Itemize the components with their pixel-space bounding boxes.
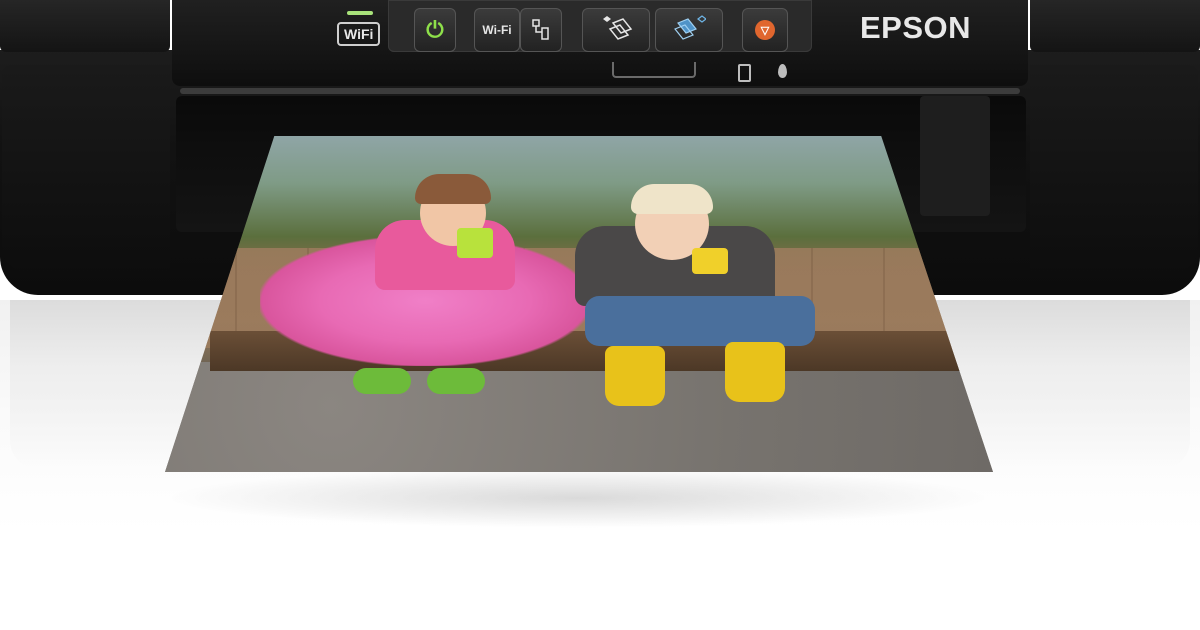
boy-hair — [631, 184, 713, 214]
copy-indicator-bracket — [612, 62, 696, 78]
network-icon — [532, 19, 549, 40]
wifi-logo: WiFi — [337, 22, 381, 46]
green-shoe-left — [353, 368, 411, 394]
boy-jeans — [585, 296, 815, 346]
output-slot-edge — [180, 88, 1020, 94]
photo-shadow — [162, 468, 994, 528]
copy-bw-icon — [603, 16, 633, 40]
ink-icon — [778, 64, 787, 78]
printer-top-right — [1030, 0, 1200, 52]
bubble-cup-green — [457, 228, 493, 258]
copy-color-button[interactable] — [655, 8, 723, 52]
brand-logo: EPSON — [860, 10, 972, 45]
bubble-cup-yellow — [692, 248, 728, 274]
printer-side-right — [1030, 65, 1198, 275]
copy-color-icon — [674, 15, 706, 40]
product-scene: WiFi ⏻ Wi-Fi ▽ EPSON — [0, 0, 1200, 630]
yellow-boot-right — [725, 342, 785, 402]
stop-button[interactable]: ▽ — [742, 8, 788, 52]
output-tray-guide — [920, 96, 990, 216]
printer-top-left — [0, 0, 170, 52]
wifi-led-indicator — [347, 11, 373, 15]
green-shoe-right — [427, 368, 485, 394]
power-icon: ⏻ — [426, 17, 444, 42]
wps-button[interactable] — [520, 8, 562, 52]
printed-photo — [165, 136, 993, 472]
stop-icon: ▽ — [755, 20, 775, 40]
power-button[interactable]: ⏻ — [414, 8, 456, 52]
girl-hair — [415, 174, 491, 204]
printer-side-left — [2, 65, 170, 275]
wifi-button-label: Wi-Fi — [482, 23, 512, 37]
wifi-button[interactable]: Wi-Fi — [474, 8, 520, 52]
yellow-boot-left — [605, 346, 665, 406]
copy-bw-button[interactable] — [582, 8, 650, 52]
paper-icon — [738, 64, 751, 82]
photo-ground — [165, 362, 993, 472]
